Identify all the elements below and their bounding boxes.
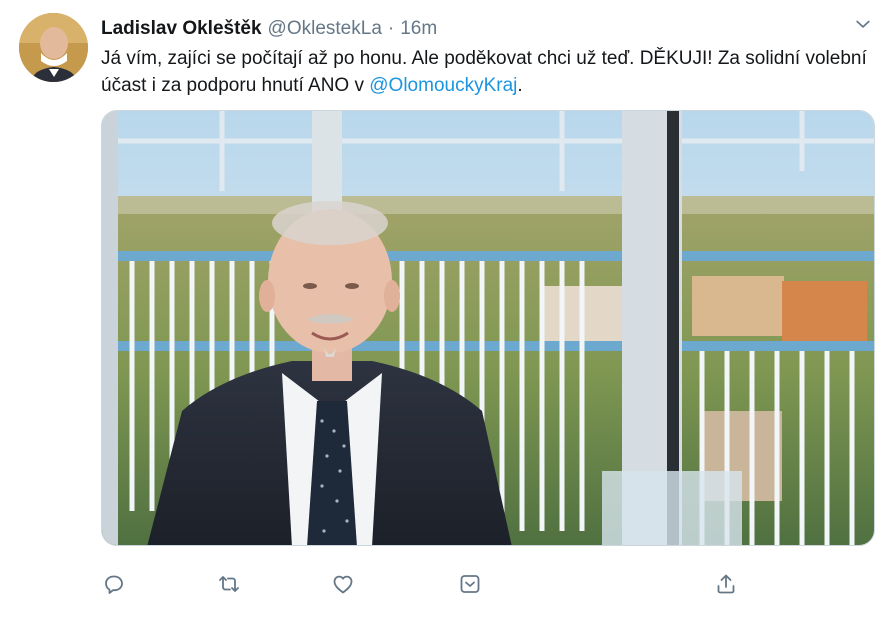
mention-link[interactable]: @OlomouckyKraj (369, 75, 517, 96)
timestamp[interactable]: 16m (400, 18, 437, 40)
photo-image (102, 111, 874, 545)
reply-button[interactable] (96, 566, 132, 602)
tweet-photo[interactable] (101, 110, 875, 546)
tweet-text-end: . (517, 75, 523, 96)
avatar-image (19, 13, 88, 82)
tweet-header: Ladislav Okleštěk @OklestekLa · 16m (101, 17, 437, 41)
chevron-down-icon (856, 20, 870, 28)
like-icon (333, 575, 353, 594)
user-handle[interactable]: @OklestekLa (268, 18, 382, 40)
save-button[interactable] (452, 566, 488, 602)
like-button[interactable] (325, 566, 361, 602)
display-name[interactable]: Ladislav Okleštěk (101, 18, 262, 40)
tweet: Ladislav Okleštěk @OklestekLa · 16m Já v… (0, 0, 894, 620)
separator-dot: · (387, 18, 395, 39)
retweet-button[interactable] (211, 566, 247, 602)
save-icon (460, 575, 480, 593)
retweet-icon (219, 576, 239, 592)
reply-icon (105, 575, 123, 594)
share-button[interactable] (708, 566, 744, 602)
share-icon (717, 574, 735, 594)
tweet-text: Já vím, zajíci se počítají až po honu. A… (101, 45, 871, 99)
tweet-actions (0, 566, 894, 602)
avatar[interactable] (19, 13, 88, 82)
more-options-button[interactable] (851, 12, 875, 36)
